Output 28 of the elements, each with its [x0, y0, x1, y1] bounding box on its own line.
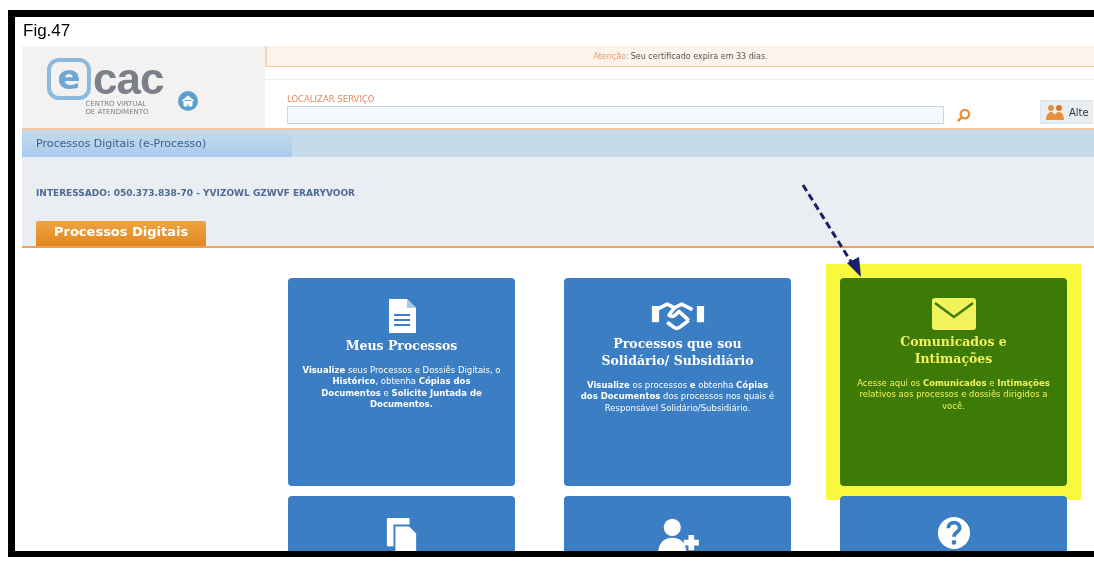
alert-label: Atenção:	[593, 51, 629, 61]
breadcrumb[interactable]: Processos Digitais (e-Processo)	[22, 130, 292, 157]
documents-icon	[384, 516, 419, 551]
search-icon	[955, 107, 971, 123]
help-icon	[936, 516, 971, 550]
alert-message: Seu certificado expira em 33 dias.	[630, 51, 768, 61]
profile-button[interactable]: Alte	[1040, 100, 1093, 124]
card-description: Acesse aqui os Comunicados e Intimações relativos aos processos e dossiês dirigidos a você.	[856, 377, 1051, 413]
card-description: Visualize os processos e obtenha Cópias dos Documentos dos processos nos quais é Responsável Solidário/Subsidiário.	[579, 379, 776, 415]
service-card[interactable]: Meus Processos Visualize seus Processos e Dossiês Digitais, o Histórico, obtenha Cópias dos Documentos e Solicite Juntada de Documentos.	[288, 278, 515, 486]
logo-name: cac	[93, 59, 164, 99]
envelope-icon	[931, 298, 976, 330]
service-card[interactable]: Comunicados e Intimações Acesse aqui os Comunicados e Intimações relativos aos processos e dossiês dirigidos a você.	[840, 278, 1067, 486]
service-card[interactable]: Processos que sou Solidário/ Subsidiário Visualize os processos e obtenha Cópias dos Documentos dos processos nos quais é Responsável Solidário/Subsidiário.	[564, 278, 791, 486]
search-button[interactable]	[954, 106, 972, 124]
people-icon	[1045, 104, 1065, 120]
card-title: Processos que sou Solidário/ Subsidiário	[600, 336, 755, 370]
interessado-label: INTERESSADO: 050.373.838-70 - YVIZOWL GZWVF ERARYVOOR	[36, 188, 355, 198]
search-field[interactable]	[287, 106, 944, 124]
card-title: Comunicados e Intimações	[899, 334, 1008, 368]
search-label: LOCALIZAR SERVIÇO	[287, 94, 376, 104]
figure-caption: Fig.47	[22, 20, 71, 42]
logo-mark: e	[47, 57, 91, 100]
card-title: Meus Processos	[344, 338, 459, 355]
card-description: Visualize seus Processos e Dossiês Digitais, o Histórico, obtenha Cópias dos Documentos e Solicite Juntada de Documentos.	[302, 364, 501, 411]
home-icon[interactable]	[177, 90, 200, 112]
document-icon	[386, 298, 417, 334]
section-tab[interactable]: Processos Digitais	[36, 221, 207, 246]
